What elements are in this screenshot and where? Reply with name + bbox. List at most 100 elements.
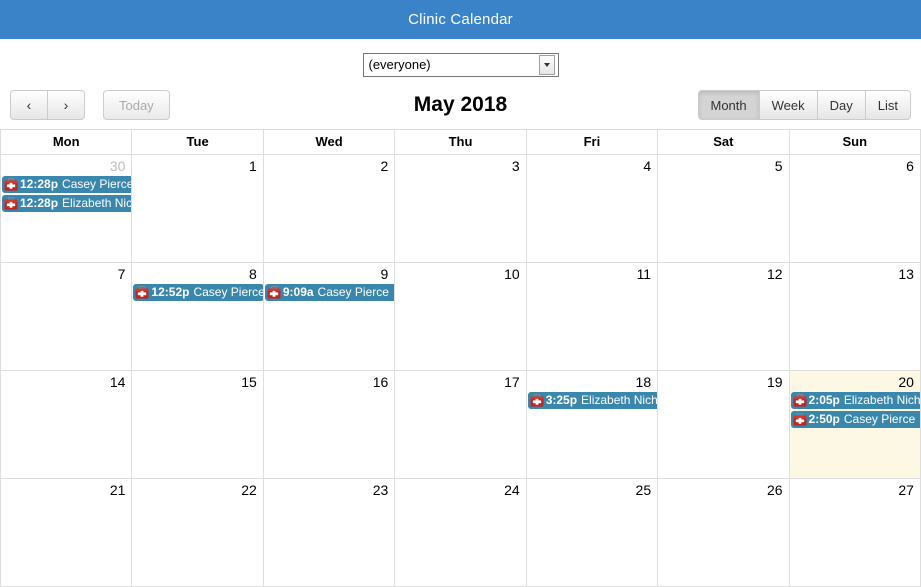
day-number: 24: [504, 482, 520, 498]
calendar-day-cell-25[interactable]: 25: [527, 479, 659, 586]
calendar-day-cell-2[interactable]: 2: [264, 155, 396, 262]
calendar-day-cell-12[interactable]: 12: [658, 263, 790, 370]
day-number: 25: [635, 482, 652, 498]
calendar-week-row: 3012:28pCasey Pierce12:28pElizabeth Nich…: [0, 155, 921, 263]
calendar-day-cell-3[interactable]: 3: [395, 155, 527, 262]
event-title: Casey Pierce: [843, 412, 916, 426]
day-of-week-header-sun: Sun: [790, 130, 921, 154]
day-number: 18: [635, 374, 652, 390]
next-month-button[interactable]: ›: [47, 90, 85, 120]
calendar-day-cell-22[interactable]: 22: [132, 479, 264, 586]
day-number: 5: [774, 158, 783, 174]
day-of-week-header-fri: Fri: [527, 130, 659, 154]
first-aid-kit-icon: [793, 413, 807, 426]
event-time: 2:50p: [808, 412, 840, 426]
event-time: 2:05p: [808, 393, 840, 407]
calendar-event[interactable]: 12:28pElizabeth Nichols: [2, 195, 132, 212]
day-number: 12: [766, 266, 783, 282]
day-of-week-header-sat: Sat: [658, 130, 790, 154]
calendar-day-cell-11[interactable]: 11: [527, 263, 659, 370]
day-number: 22: [241, 482, 257, 498]
view-button-day[interactable]: Day: [816, 90, 866, 120]
calendar-day-cell-24[interactable]: 24: [395, 479, 527, 586]
day-number: 10: [504, 266, 520, 282]
event-time: 12:28p: [20, 196, 59, 210]
day-of-week-header-thu: Thu: [395, 130, 527, 154]
day-number: 6: [906, 158, 914, 174]
day-number: 11: [636, 266, 652, 282]
person-filter-select[interactable]: (everyone): [362, 53, 559, 77]
calendar-event[interactable]: 3:25pElizabeth Nichols: [527, 392, 658, 409]
day-number: 7: [117, 266, 126, 282]
view-button-month[interactable]: Month: [697, 90, 760, 120]
view-switcher: Month Week Day List: [697, 90, 911, 120]
day-number: 27: [898, 482, 914, 498]
toolbar-left-group: ‹ › Today: [10, 90, 170, 120]
calendar-day-cell-7[interactable]: 7: [0, 263, 133, 370]
calendar-event[interactable]: 9:09a Casey Pierce: [264, 284, 395, 301]
day-events: 2:05pElizabeth Nichols2:50pCasey Pierce: [790, 392, 920, 428]
event-title: Elizabeth Nichols: [843, 393, 921, 407]
view-button-week[interactable]: Week: [758, 90, 818, 120]
calendar-day-cell-4[interactable]: 4: [527, 155, 659, 262]
calendar-day-cell-6[interactable]: 6: [790, 155, 921, 262]
calendar-event[interactable]: 2:05pElizabeth Nichols: [790, 392, 921, 409]
calendar-day-cell-30[interactable]: 3012:28pCasey Pierce12:28pElizabeth Nich…: [0, 155, 133, 262]
day-of-week-header-mon: Mon: [0, 130, 133, 154]
calendar-day-cell-14[interactable]: 14: [0, 371, 133, 478]
calendar-day-cell-15[interactable]: 15: [132, 371, 264, 478]
calendar-day-cell-9[interactable]: 9 9:09a Casey Pierce: [264, 263, 396, 370]
event-title: Elizabeth Nichols: [62, 196, 133, 210]
calendar-day-cell-10[interactable]: 10: [395, 263, 527, 370]
first-aid-kit-icon: [267, 286, 281, 299]
calendar-day-cell-19[interactable]: 19: [658, 371, 790, 478]
event-time: 3:25p: [545, 393, 578, 407]
calendar-day-cell-20[interactable]: 202:05pElizabeth Nichols2:50pCasey Pierc…: [789, 371, 921, 478]
window-title: Clinic Calendar: [408, 11, 513, 28]
day-number: 19: [766, 374, 783, 390]
event-time: 9:09a: [282, 285, 314, 299]
day-number: 21: [109, 482, 126, 498]
day-number: 9: [380, 266, 389, 282]
chevron-down-icon[interactable]: [538, 55, 555, 75]
day-number: 14: [109, 374, 126, 390]
day-number: 17: [504, 374, 520, 390]
day-of-week-header-wed: Wed: [264, 130, 396, 154]
prev-month-button[interactable]: ‹: [10, 90, 48, 120]
calendar-day-cell-16[interactable]: 16: [264, 371, 396, 478]
calendar-day-cell-18[interactable]: 18 3:25pElizabeth Nichols: [527, 371, 659, 478]
calendar-day-cell-5[interactable]: 5: [658, 155, 790, 262]
day-number: 8: [249, 266, 257, 282]
first-aid-kit-icon: [793, 394, 807, 407]
calendar-day-cell-27[interactable]: 27: [790, 479, 921, 586]
day-number: 16: [372, 374, 389, 390]
window-titlebar: Clinic Calendar: [0, 0, 921, 39]
person-filter-value: (everyone): [368, 57, 431, 72]
day-number: 1: [249, 158, 257, 174]
day-number: 30: [109, 158, 126, 174]
calendar-weeks: 3012:28pCasey Pierce12:28pElizabeth Nich…: [0, 155, 921, 586]
calendar-day-cell-8[interactable]: 8 12:52p Casey Pierce: [132, 263, 264, 370]
day-events: 3:25pElizabeth Nichols: [527, 392, 658, 409]
nav-button-group: ‹ ›: [10, 90, 85, 120]
calendar-event[interactable]: 12:52p Casey Pierce: [133, 284, 263, 301]
month-calendar-grid: Mon Tue Wed Thu Fri Sat Sun 30 12:28p Casey Pier…: [0, 129, 921, 587]
calendar-day-cell-23[interactable]: 23: [264, 479, 396, 586]
day-number: 2: [380, 158, 389, 174]
day-number: 15: [241, 374, 257, 390]
calendar-day-cell-21[interactable]: 21: [0, 479, 133, 586]
calendar-week-row: 21 22 23 24 25 26 27: [0, 479, 921, 586]
calendar-day-cell-1[interactable]: 1: [132, 155, 264, 262]
day-events: 12:52p Casey Pierce: [132, 284, 263, 301]
event-title: Casey Pierce: [317, 285, 389, 299]
day-number: 13: [898, 266, 914, 282]
calendar-day-cell-17[interactable]: 17: [395, 371, 527, 478]
calendar-event[interactable]: 2:50p Casey Pierce: [790, 411, 920, 428]
event-time: 12:28p: [20, 177, 59, 191]
calendar-day-cell-26[interactable]: 26: [658, 479, 790, 586]
calendar-event[interactable]: 12:28p Casey Pierce: [2, 176, 132, 193]
day-of-week-header-tue: Tue: [132, 130, 264, 154]
today-button[interactable]: Today: [103, 90, 170, 120]
calendar-day-cell-13[interactable]: 13: [790, 263, 921, 370]
view-button-list[interactable]: List: [864, 90, 911, 120]
